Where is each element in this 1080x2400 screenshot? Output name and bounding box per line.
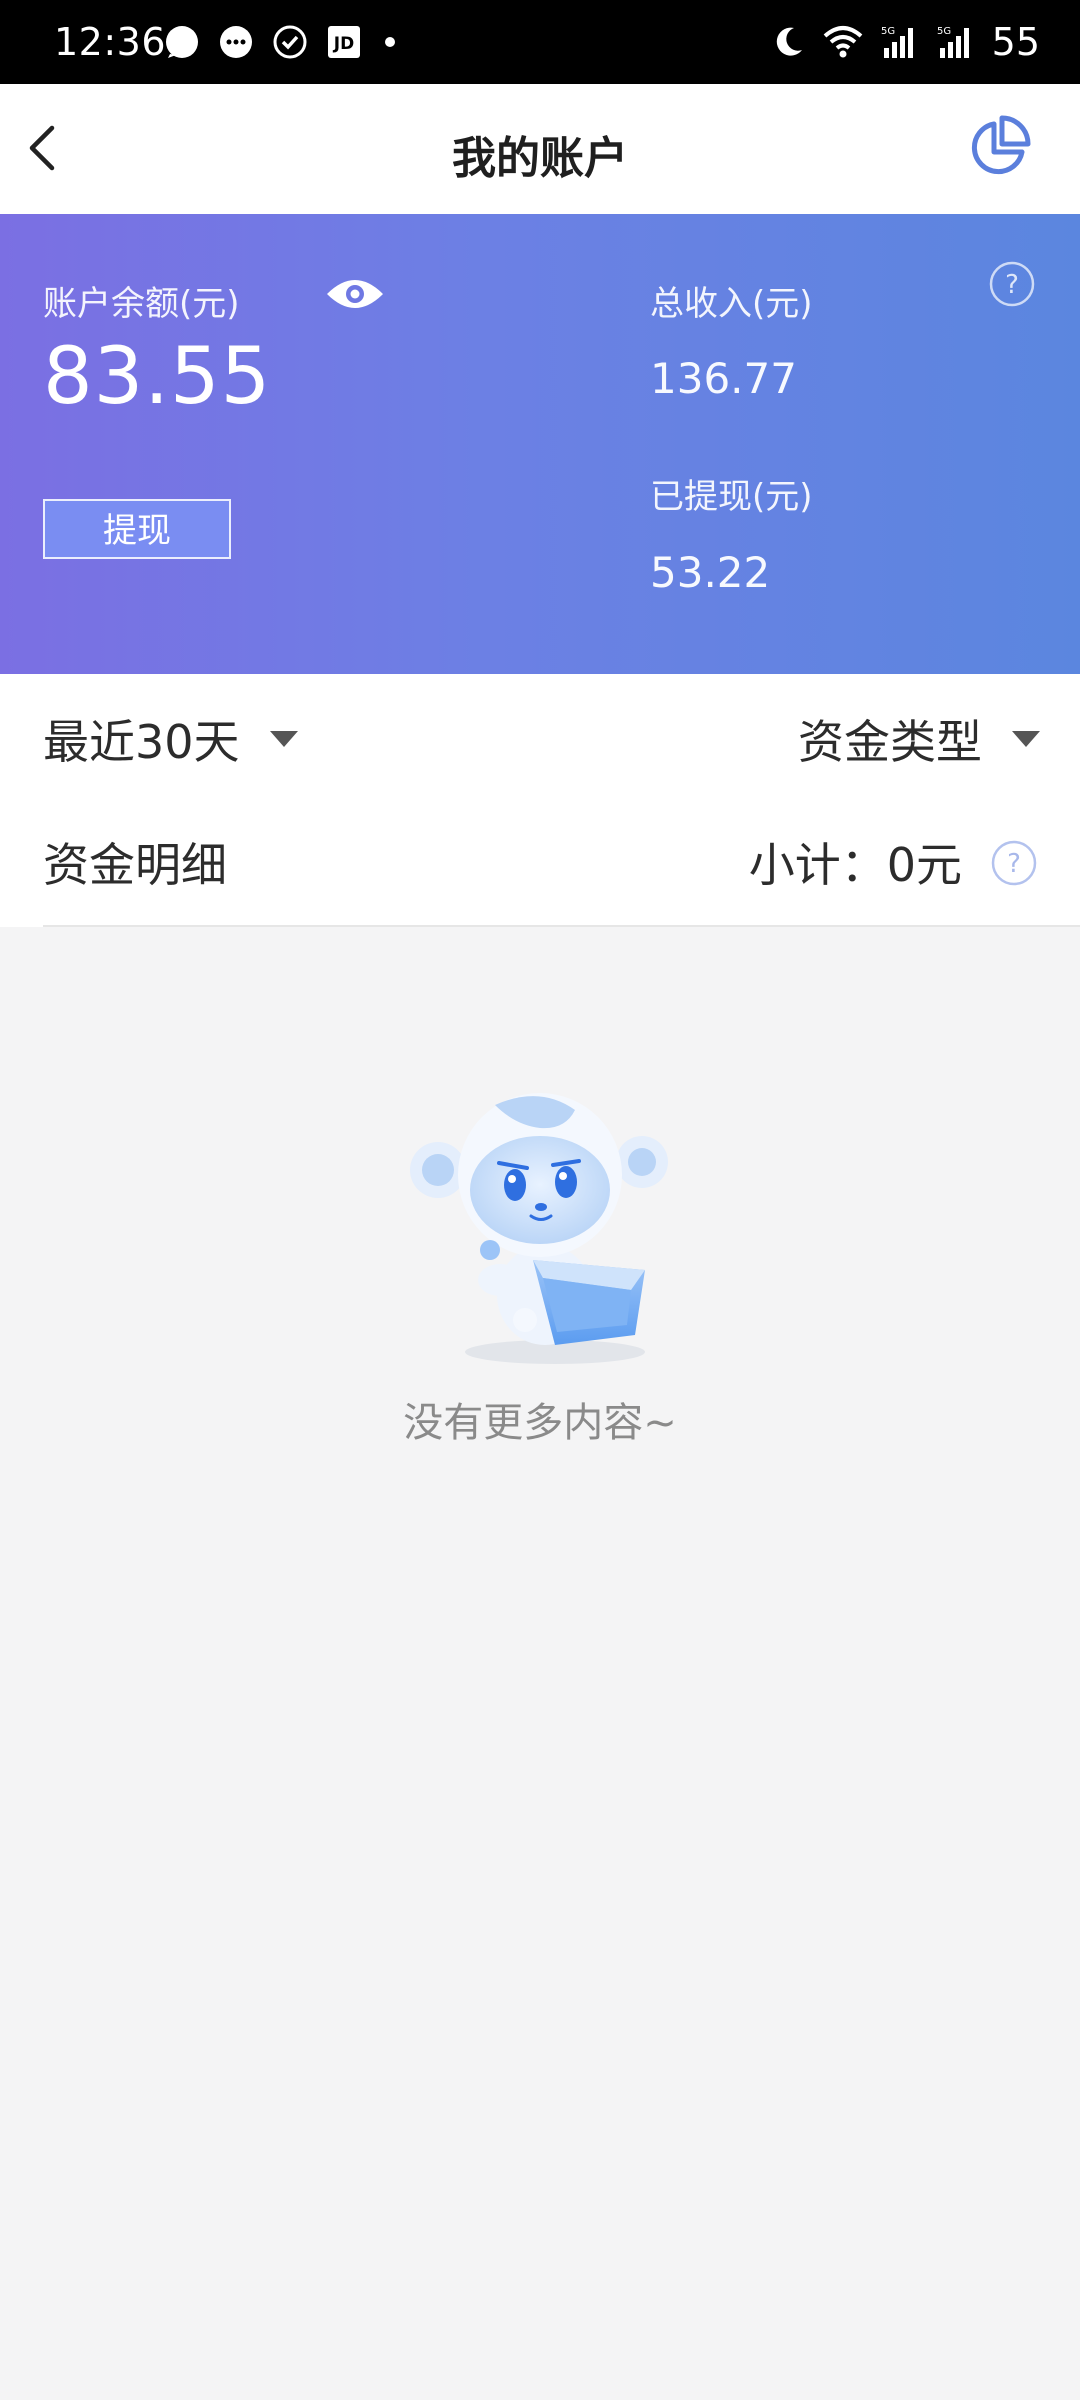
total-income-label: 总收入(元) — [650, 284, 813, 324]
bubble-icon — [166, 26, 198, 58]
status-time: 12:36 — [54, 20, 167, 64]
fund-details-title: 资金明细 — [43, 838, 227, 892]
help-icon[interactable]: ? — [990, 839, 1038, 887]
period-filter[interactable]: 最近30天 — [43, 706, 298, 772]
divider — [43, 925, 1080, 927]
withdraw-button[interactable]: 提现 — [43, 499, 231, 559]
withdrawn-label: 已提现(元) — [650, 477, 813, 517]
app-header: 我的账户 — [0, 84, 1080, 214]
help-icon[interactable]: ? — [988, 260, 1036, 308]
filter-bar: 最近30天 资金类型 — [0, 674, 1080, 799]
eye-icon[interactable] — [325, 276, 385, 312]
battery-level: 55 — [991, 20, 1040, 64]
total-income-value: 136.77 — [650, 354, 797, 403]
wifi-icon — [823, 26, 862, 58]
empty-mascot-illustration — [410, 1093, 668, 1364]
status-bar: 12:36 JD 5G 5G 55 — [0, 0, 1080, 84]
moon-icon — [776, 27, 802, 56]
svg-text:JD: JD — [333, 34, 354, 54]
account-summary-card: 账户余额(元) 83.55 提现 总收入(元) 136.77 已提现(元) 53… — [0, 214, 1080, 674]
svg-text:5G: 5G — [937, 26, 951, 37]
fund-details-header: 资金明细 小计：0元 ? — [0, 799, 1080, 927]
fund-type-filter[interactable]: 资金类型 — [798, 706, 1040, 772]
balance-value: 83.55 — [43, 332, 272, 422]
notification-icons: JD — [164, 24, 400, 60]
jd-icon: JD — [328, 26, 360, 58]
svg-text:?: ? — [1007, 849, 1021, 879]
empty-state-text: 没有更多内容~ — [403, 1400, 677, 1446]
dropdown-arrow-icon — [269, 731, 298, 747]
page-title: 我的账户 — [452, 133, 628, 184]
signal-5g-icon: 5G — [937, 26, 969, 58]
svg-text:?: ? — [1005, 270, 1019, 300]
system-icons: 5G 5G 55 — [772, 20, 1040, 64]
dot-icon — [385, 37, 395, 47]
dropdown-arrow-icon — [1012, 731, 1040, 747]
check-circle-icon — [273, 25, 307, 59]
chat-icon — [220, 26, 252, 58]
subtotal-text: 小计：0元 — [748, 838, 962, 892]
balance-label: 账户余额(元) — [43, 284, 240, 324]
period-filter-label: 最近30天 — [43, 715, 240, 769]
pie-chart-icon[interactable] — [964, 114, 1032, 182]
fund-type-filter-label: 资金类型 — [798, 715, 982, 769]
signal-5g-icon: 5G — [881, 26, 913, 58]
withdrawn-value: 53.22 — [650, 548, 771, 597]
svg-text:5G: 5G — [881, 26, 895, 37]
